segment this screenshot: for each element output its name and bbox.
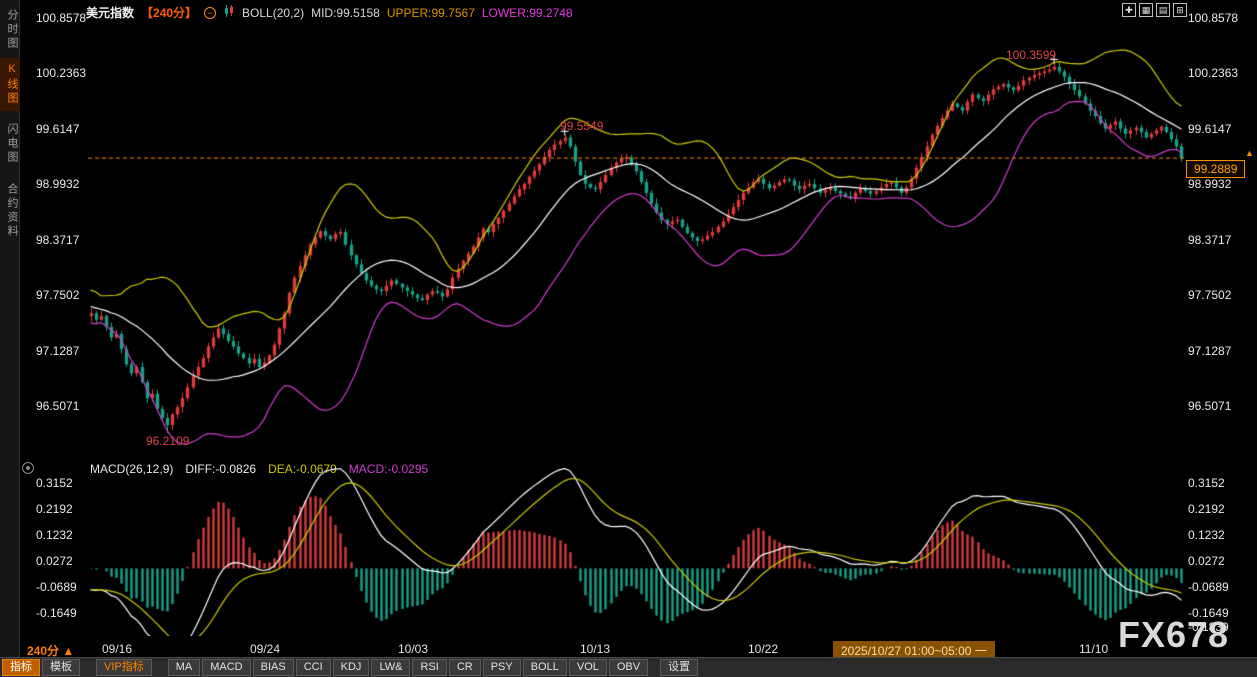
chart-application: 分时图 K线图 闪电图 合约资料 美元指数 【240分】 − BOLL(20,2… xyxy=(0,0,1257,677)
price-chart-canvas[interactable] xyxy=(88,8,1184,458)
macd-tick: 0.1232 xyxy=(1188,528,1225,542)
macd-tick: 0.3152 xyxy=(36,476,73,490)
price-tick: 98.9932 xyxy=(36,177,80,191)
price-tick: 100.2363 xyxy=(1188,66,1239,80)
price-tick: 96.5071 xyxy=(1188,399,1232,413)
price-tick: 100.8578 xyxy=(36,11,87,25)
time-tick: 09/16 xyxy=(102,642,133,656)
toolbar-lw-button[interactable]: LW& xyxy=(371,659,411,676)
toolbar-indicator-button[interactable]: 指标 xyxy=(2,659,40,676)
sidebar: 分时图 K线图 闪电图 合约资料 xyxy=(0,0,20,677)
toolbar-rsi-button[interactable]: RSI xyxy=(412,659,447,676)
macd-tick: -0.1649 xyxy=(36,606,77,620)
sidebar-tab-kline-chart[interactable]: K线图 xyxy=(0,58,20,111)
low-annotation: 96.2109 xyxy=(146,434,190,448)
price-tick: 96.5071 xyxy=(36,399,80,413)
toolbar-cr-button[interactable]: CR xyxy=(448,659,481,676)
price-tick: 97.1287 xyxy=(1188,344,1232,358)
last-price-tag: 99.2889 xyxy=(1186,160,1246,178)
toolbar-boll-button[interactable]: BOLL xyxy=(522,659,567,676)
time-tick: 11/10 xyxy=(1079,642,1109,656)
time-tick: 10/22 xyxy=(748,642,779,656)
macd-chart-canvas[interactable] xyxy=(88,468,1184,636)
period-arrow-icon: ▲ xyxy=(62,644,75,658)
macd-tick: -0.0689 xyxy=(1188,580,1229,594)
toolbar-obv-button[interactable]: OBV xyxy=(608,659,649,676)
fx678-watermark: FX678 xyxy=(1118,614,1230,655)
toolbar-ma-button[interactable]: MA xyxy=(167,659,201,676)
sidebar-tab-contract-info[interactable]: 合约资料 xyxy=(0,178,20,244)
price-tick: 97.1287 xyxy=(36,344,80,358)
period-label: 240分 xyxy=(27,644,60,658)
toolbar-template-button[interactable]: 模板 xyxy=(42,659,80,676)
macd-tick: 0.0272 xyxy=(36,554,73,568)
price-tick: 100.8578 xyxy=(1188,11,1239,25)
toolbar-bias-button[interactable]: BIAS xyxy=(252,659,294,676)
bottom-toolbar: 指标 模板 VIP指标 MA MACD BIAS CCI KDJ LW& RSI… xyxy=(0,657,1257,677)
time-tick: 09/24 xyxy=(250,642,281,656)
price-tick: 98.9932 xyxy=(1188,177,1232,191)
macd-tick: -0.0689 xyxy=(36,580,77,594)
price-tick: 98.3717 xyxy=(36,233,80,247)
macd-tick: 0.3152 xyxy=(1188,476,1225,490)
macd-tick: 0.2192 xyxy=(1188,502,1225,516)
toolbar-settings-button[interactable]: 设置 xyxy=(660,659,699,676)
high-annotation: 99.5549 xyxy=(560,119,604,133)
toolbar-vol-button[interactable]: VOL xyxy=(568,659,607,676)
toolbar-cci-button[interactable]: CCI xyxy=(295,659,331,676)
sidebar-tab-time-chart[interactable]: 分时图 xyxy=(0,4,20,56)
time-tick: 10/03 xyxy=(398,642,429,656)
price-direction-arrow: ▲ xyxy=(1245,148,1254,158)
time-tick: 10/13 xyxy=(580,642,611,656)
high-annotation: 100.3599 xyxy=(1006,48,1057,62)
panel-toggle-icon[interactable] xyxy=(22,462,34,474)
sidebar-tab-lightning-chart[interactable]: 闪电图 xyxy=(0,118,20,170)
toolbar-vip-indicator-button[interactable]: VIP指标 xyxy=(96,659,152,676)
toolbar-kdj-button[interactable]: KDJ xyxy=(332,659,370,676)
toolbar-macd-button[interactable]: MACD xyxy=(202,659,251,676)
price-tick: 98.3717 xyxy=(1188,233,1232,247)
price-tick: 100.2363 xyxy=(36,66,87,80)
toolbar-psy-button[interactable]: PSY xyxy=(482,659,521,676)
macd-tick: 0.2192 xyxy=(36,502,73,516)
price-tick: 97.7502 xyxy=(36,288,80,302)
macd-tick: 0.1232 xyxy=(36,528,73,542)
macd-tick: 0.0272 xyxy=(1188,554,1225,568)
price-tick: 97.7502 xyxy=(1188,288,1232,302)
price-tick: 99.6147 xyxy=(36,122,80,136)
price-tick: 99.6147 xyxy=(1188,122,1232,136)
